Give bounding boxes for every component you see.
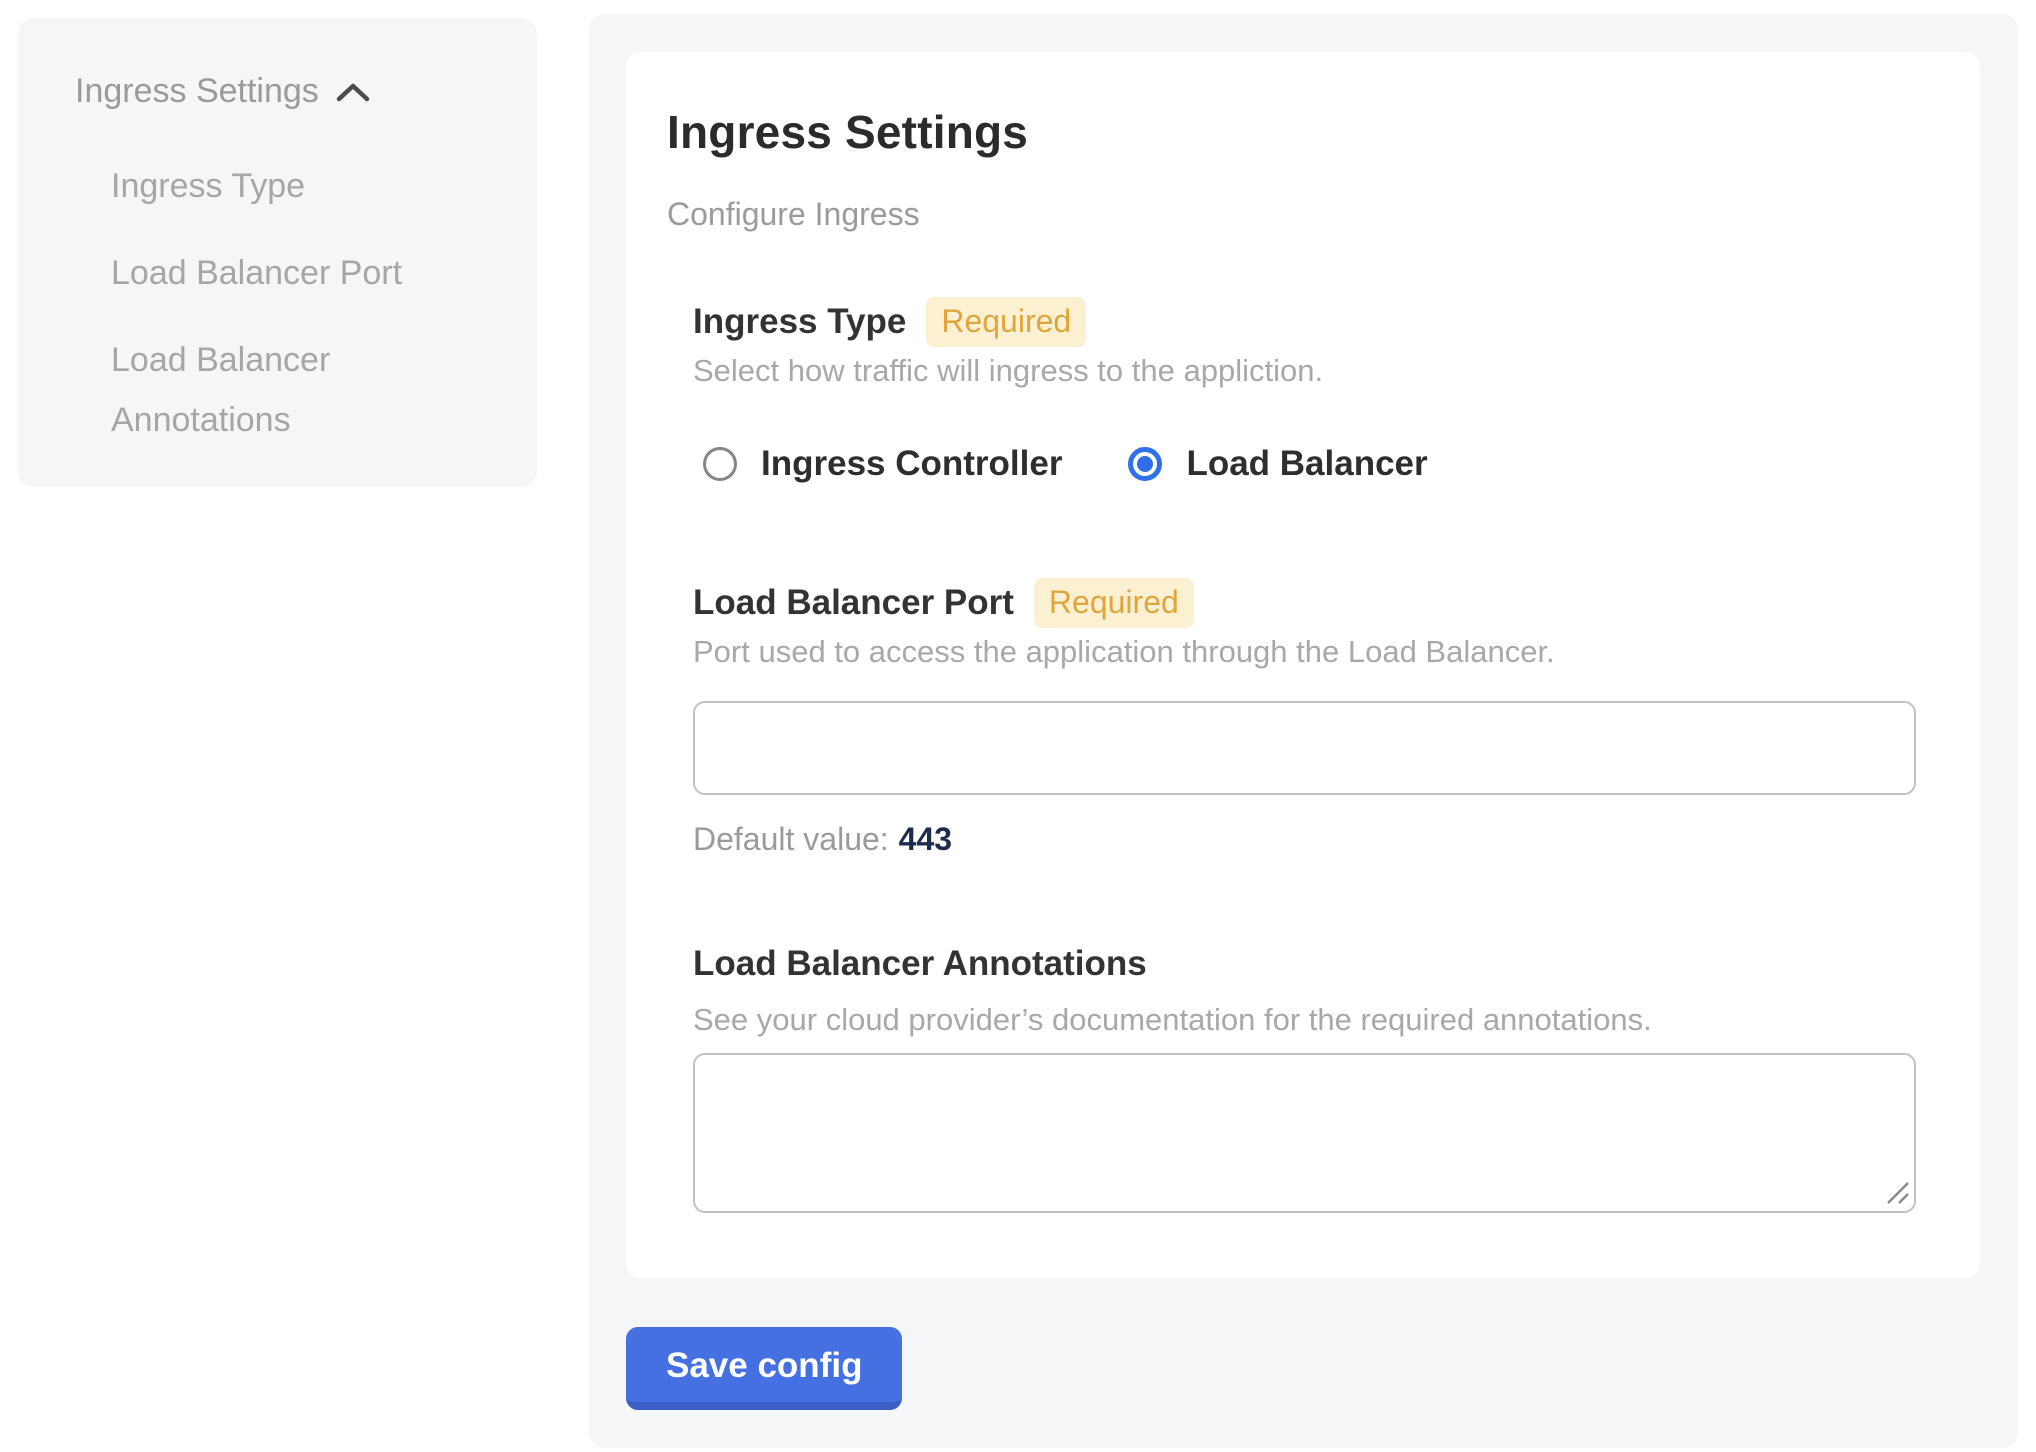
annotations-textarea-wrap (693, 1053, 1916, 1213)
ingress-settings-card: Ingress Settings Configure Ingress Ingre… (626, 52, 1980, 1278)
radio-icon[interactable] (703, 447, 737, 481)
default-value: 443 (899, 821, 952, 857)
radio-option-ingress-controller[interactable]: Ingress Controller (703, 444, 1062, 484)
main-panel: Ingress Settings Configure Ingress Ingre… (589, 14, 2018, 1448)
load-balancer-annotations-textarea[interactable] (693, 1053, 1916, 1213)
sidebar-item-load-balancer-annotations[interactable]: Load Balancer Annotations (111, 330, 441, 450)
resize-grip-icon[interactable] (1885, 1180, 1911, 1206)
sidebar-item-load-balancer-port[interactable]: Load Balancer Port (111, 243, 441, 303)
required-badge: Required (1034, 578, 1194, 628)
ingress-type-radio-group: Ingress Controller Load Balancer (703, 444, 1920, 484)
section-load-balancer-annotations: Load Balancer Annotations See your cloud… (693, 942, 1920, 1213)
required-badge: Required (926, 297, 1086, 347)
settings-nav-sidebar: Ingress Settings Ingress Type Load Balan… (18, 18, 537, 487)
sidebar-section-ingress-settings[interactable]: Ingress Settings (75, 70, 507, 112)
chevron-up-icon (335, 79, 371, 107)
page-title: Ingress Settings (667, 105, 1920, 160)
page: Ingress Settings Ingress Type Load Balan… (0, 0, 2036, 1452)
section-load-balancer-port: Load Balancer Port Required Port used to… (693, 578, 1920, 859)
page-subtitle: Configure Ingress (667, 195, 1920, 233)
load-balancer-port-input[interactable] (693, 701, 1916, 795)
section-title-load-balancer-port: Load Balancer Port (693, 581, 1014, 625)
sidebar-section-label: Ingress Settings (75, 70, 319, 112)
sidebar-item-ingress-type[interactable]: Ingress Type (111, 156, 441, 216)
radio-label[interactable]: Ingress Controller (761, 444, 1062, 484)
radio-label[interactable]: Load Balancer (1186, 444, 1427, 484)
default-value-label: Default value: (693, 821, 889, 857)
section-title-load-balancer-annotations: Load Balancer Annotations (693, 942, 1147, 986)
section-ingress-type: Ingress Type Required Select how traffic… (693, 297, 1920, 484)
section-ingress-type-head: Ingress Type Required (693, 297, 1920, 347)
section-desc-load-balancer-annotations: See your cloud provider’s documentation … (693, 1000, 1920, 1040)
radio-icon[interactable] (1128, 447, 1162, 481)
section-desc-ingress-type: Select how traffic will ingress to the a… (693, 351, 1920, 391)
save-config-button[interactable]: Save config (626, 1327, 902, 1410)
section-desc-load-balancer-port: Port used to access the application thro… (693, 632, 1920, 672)
section-lb-annotations-head: Load Balancer Annotations (693, 942, 1920, 986)
radio-option-load-balancer[interactable]: Load Balancer (1128, 444, 1427, 484)
section-title-ingress-type: Ingress Type (693, 300, 906, 344)
section-lb-port-head: Load Balancer Port Required (693, 578, 1920, 628)
sidebar-item-list: Ingress Type Load Balancer Port Load Bal… (111, 156, 507, 450)
default-value-row: Default value: 443 (693, 819, 1920, 859)
